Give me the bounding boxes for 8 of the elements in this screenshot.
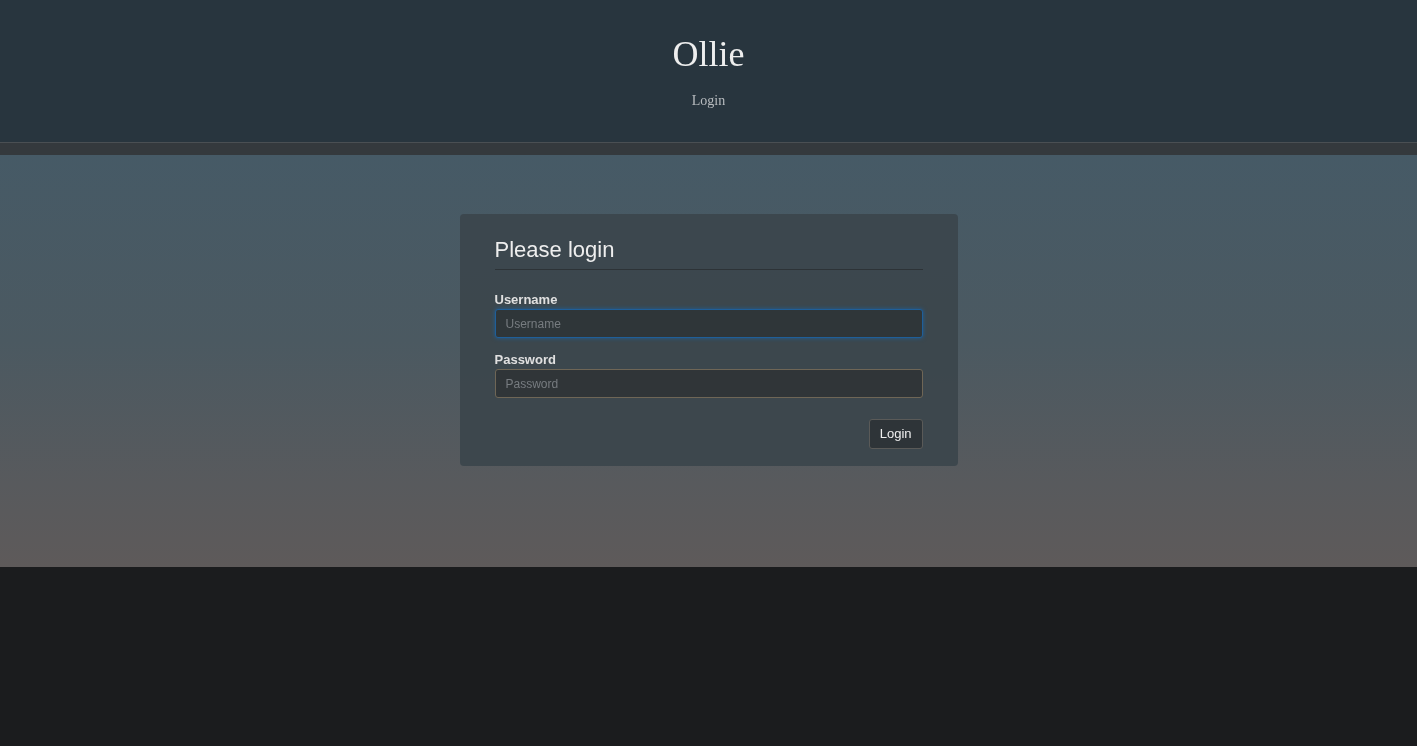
- input-field[interactable]: Username: [494, 309, 923, 338]
- form-heading: Please login: [494, 236, 923, 270]
- field-label: Username: [494, 292, 559, 308]
- login-button[interactable]: Login: [868, 419, 923, 449]
- nav-link[interactable]: Login: [691, 90, 726, 111]
- site-title: Ollie: [672, 33, 745, 76]
- field-label: Password: [494, 352, 557, 368]
- input-field[interactable]: Password: [494, 369, 923, 398]
